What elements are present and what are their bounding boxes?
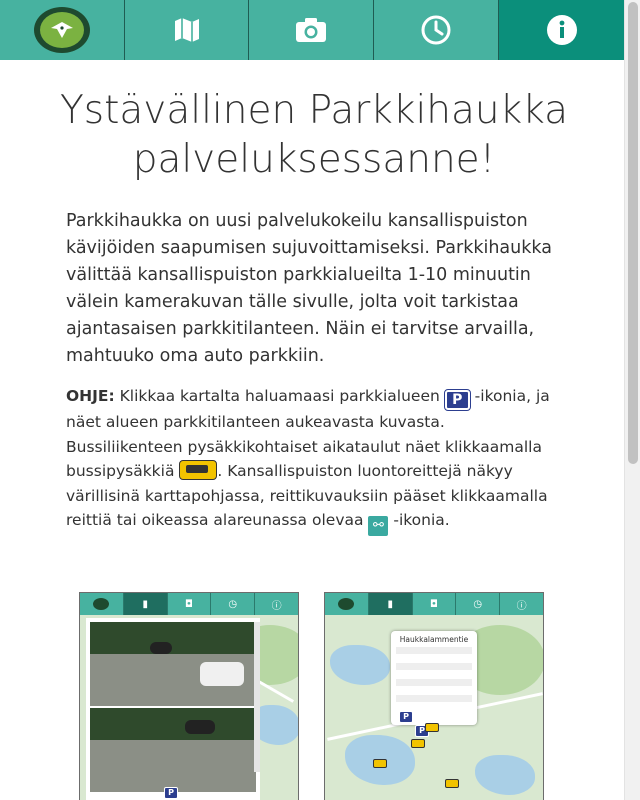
bus-stop-icon	[179, 460, 218, 480]
mini-info-icon: ⓘ	[271, 600, 282, 612]
mini-bus-marker	[425, 723, 439, 732]
instructions-paragraph: OHJE: Klikkaa kartalta haluamaasi parkki…	[66, 384, 562, 536]
parkkihaukka-logo	[34, 7, 90, 53]
page-scrollbar[interactable]	[624, 0, 640, 800]
tab-schedule[interactable]	[374, 0, 499, 60]
mini-bus-marker	[373, 759, 387, 768]
instructions-text-4: -ikonia.	[388, 511, 450, 529]
hiking-route-icon: ⚯	[368, 516, 389, 536]
parking-icon: P	[443, 389, 471, 411]
camera-popup	[86, 618, 260, 800]
mini-map-icon: ▮	[123, 593, 168, 615]
camera-image-2	[90, 708, 256, 794]
logo-hawk-icon	[40, 12, 84, 48]
intro-paragraph: Parkkihaukka on uusi palvelukokeilu kans…	[66, 211, 552, 366]
tab-home[interactable]	[0, 0, 125, 60]
instructions-label: OHJE:	[66, 387, 115, 405]
mini-clock-icon: ◷	[211, 593, 256, 615]
info-icon	[546, 14, 578, 46]
mini-nav: ▮ ◘ ◷ ⓘ	[325, 593, 543, 615]
page-title: Ystävällinen Parkkihaukka palveluksessan…	[59, 88, 569, 182]
mini-camera-icon: ◘	[168, 593, 212, 615]
mini-map-icon: ▮	[368, 593, 413, 615]
scrollbar-thumb[interactable]	[628, 2, 638, 464]
info-content: Ystävällinen Parkkihaukka palveluksessan…	[60, 86, 568, 536]
mini-nav: ▮ ◘ ◷ ⓘ	[80, 593, 298, 615]
screenshot-camera-view: ▮ ◘ ◷ ⓘ P	[79, 592, 299, 800]
mini-camera-icon: ◘	[413, 593, 457, 615]
clock-icon	[420, 14, 452, 46]
mini-parking-marker: P	[164, 787, 178, 799]
top-nav	[0, 0, 624, 60]
mini-info-icon: ⓘ	[516, 600, 527, 612]
mini-bus-marker	[411, 739, 425, 748]
mini-clock-icon: ◷	[456, 593, 501, 615]
tab-camera[interactable]	[249, 0, 374, 60]
map-icon	[173, 16, 201, 44]
tab-map[interactable]	[125, 0, 249, 60]
tab-info[interactable]	[499, 0, 624, 60]
instructions-text-1: Klikkaa kartalta haluamaasi parkkialueen	[114, 387, 445, 405]
mini-bus-marker	[445, 779, 459, 788]
mini-logo-icon	[80, 593, 124, 615]
screenshot-bus-schedule: ▮ ◘ ◷ ⓘ Haukkalammentie P P	[324, 592, 544, 800]
camera-icon	[295, 16, 327, 44]
mini-logo-icon	[325, 593, 369, 615]
popup-title: Haukkalammentie	[399, 635, 469, 644]
mini-parking-marker: P	[399, 711, 413, 723]
camera-image-1	[90, 622, 256, 708]
